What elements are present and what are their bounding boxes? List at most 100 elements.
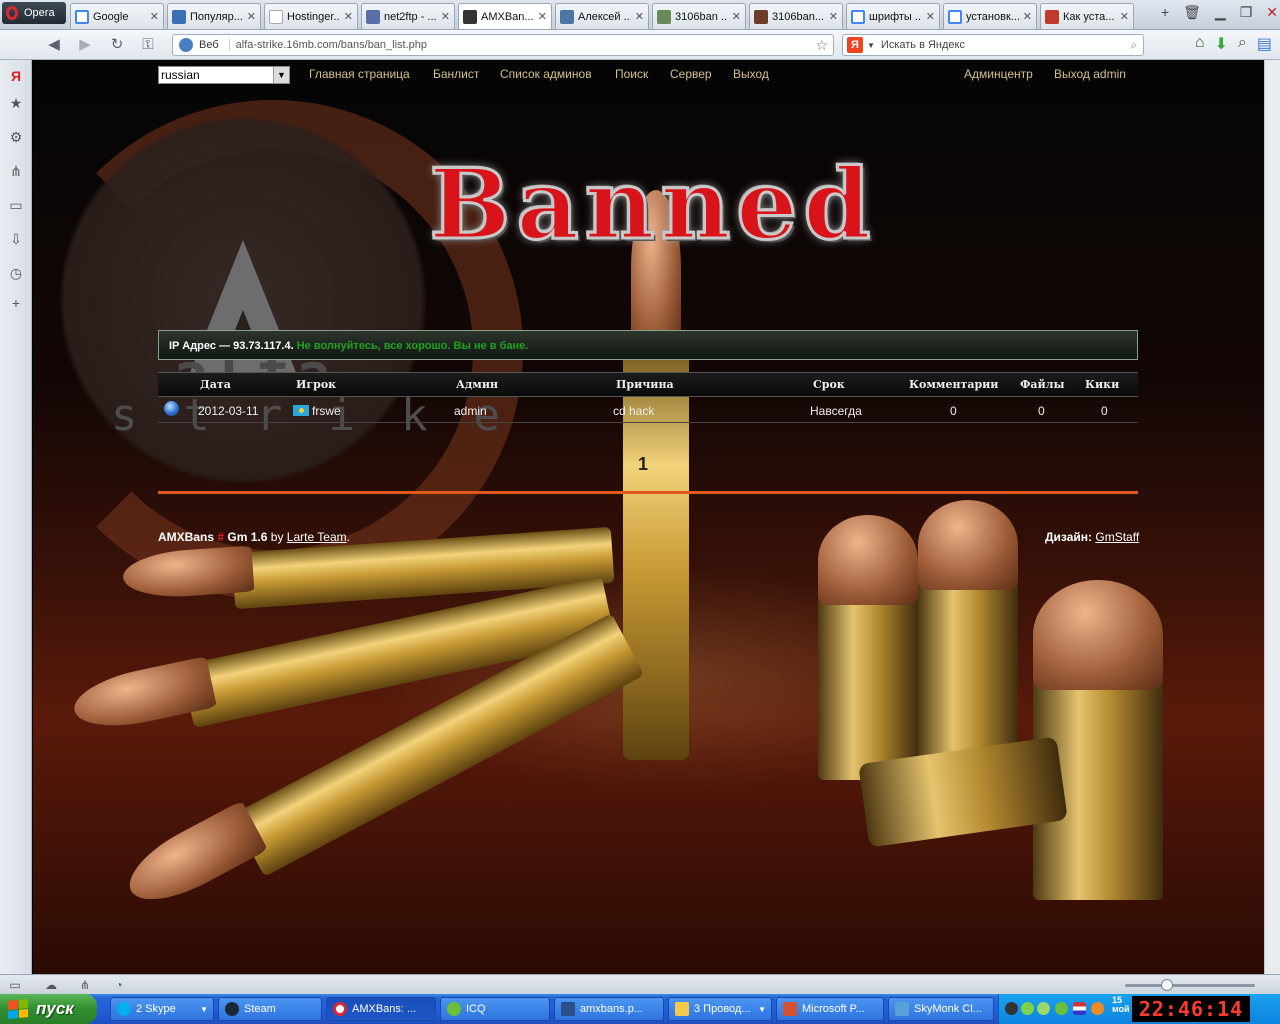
- steam-icon: [225, 1002, 239, 1016]
- close-tab-icon[interactable]: ✕: [926, 10, 935, 23]
- opera-logo-icon: [6, 6, 18, 20]
- back-icon[interactable]: ◀: [44, 35, 64, 55]
- footer-team-link[interactable]: Larte Team: [287, 530, 347, 544]
- browser-tab[interactable]: 3106ban ... ✕: [652, 3, 746, 29]
- trash-icon[interactable]: 🗑: [1183, 4, 1201, 21]
- pagination-current-page[interactable]: 1: [638, 454, 648, 475]
- close-tab-icon[interactable]: ✕: [635, 10, 644, 23]
- page-icon[interactable]: ▤: [1257, 34, 1272, 54]
- start-button[interactable]: пуск: [0, 994, 97, 1024]
- pistol-round-1-head: [818, 515, 918, 605]
- search-engine-dropdown-icon[interactable]: ▼: [867, 41, 875, 50]
- browser-tab[interactable]: Hostinger... ✕: [264, 3, 358, 29]
- table-row[interactable]: 2012-03-11 frswe admin cd hack Навсегда …: [158, 397, 1138, 423]
- close-tab-icon[interactable]: ✕: [441, 10, 450, 23]
- nav-logout-link[interactable]: Выход: [733, 67, 769, 81]
- panel-toggle-icon[interactable]: ▭: [8, 978, 22, 992]
- zoom-slider-handle[interactable]: [1161, 979, 1173, 991]
- group-arrow-icon: ▼: [758, 1004, 766, 1014]
- page-scrollbar[interactable]: [1264, 60, 1280, 974]
- home-icon[interactable]: ⌂: [1195, 34, 1205, 54]
- taskbar-item-label: ICQ: [466, 1003, 486, 1015]
- language-select[interactable]: russian ▼: [158, 66, 290, 84]
- address-url[interactable]: alfa-strike.16mb.com/bans/ban_list.php: [236, 39, 427, 51]
- downloads-panel-icon[interactable]: ⇩: [8, 231, 24, 247]
- unite-icon[interactable]: ⋔: [78, 978, 92, 992]
- restore-icon[interactable]: ❐: [1240, 4, 1253, 21]
- nav-admin-logout-link[interactable]: Выход admin: [1054, 67, 1126, 81]
- browser-tab[interactable]: Google ✕: [70, 3, 164, 29]
- tray-clock[interactable]: 22:46:14: [1132, 996, 1250, 1022]
- footer-product: AMXBans: [158, 530, 215, 544]
- taskbar-item[interactable]: SkyMonk Cl...: [888, 997, 994, 1021]
- taskbar-item[interactable]: Steam: [218, 997, 322, 1021]
- browser-tab[interactable]: шрифты ... ✕: [846, 3, 940, 29]
- cloud-icon[interactable]: ☁: [44, 978, 58, 992]
- history-clock-icon[interactable]: ◷: [8, 265, 24, 281]
- gear-icon[interactable]: ⚙: [8, 129, 24, 145]
- taskbar-item[interactable]: 2 Skype ▼: [110, 997, 214, 1021]
- tray-check-icon[interactable]: [1021, 1002, 1034, 1015]
- browser-tab[interactable]: установк... ✕: [943, 3, 1037, 29]
- share-icon[interactable]: ⋔: [8, 163, 24, 179]
- footer-design-link[interactable]: GmStaff: [1095, 530, 1139, 544]
- nav-search-link[interactable]: Поиск: [615, 67, 648, 81]
- reload-icon[interactable]: ↻: [107, 35, 127, 55]
- close-tab-icon[interactable]: ✕: [344, 10, 353, 23]
- taskbar-item[interactable]: Microsoft P...: [776, 997, 884, 1021]
- taskbar-item[interactable]: amxbans.p...: [554, 997, 664, 1021]
- close-tab-icon[interactable]: ✕: [150, 10, 159, 23]
- steam-tray-icon[interactable]: [1005, 1002, 1018, 1015]
- browser-tab[interactable]: Алексей ... ✕: [555, 3, 649, 29]
- tab-label: Популяр...: [190, 10, 243, 23]
- nav-admin-center-link[interactable]: Админцентр: [964, 67, 1033, 81]
- tab-label: установк...: [966, 10, 1019, 23]
- bookmark-star-icon[interactable]: ☆: [815, 37, 828, 54]
- nav-home-link[interactable]: Главная страница: [309, 67, 410, 81]
- close-tab-icon[interactable]: ✕: [538, 10, 547, 23]
- address-toolbar: ◀ ▶ ↻ ⚿ Веб alfa-strike.16mb.com/bans/ba…: [0, 30, 1280, 60]
- language-flag-icon[interactable]: [1073, 1002, 1086, 1015]
- bookmarks-star-icon[interactable]: ★: [8, 95, 24, 111]
- taskbar-item[interactable]: 3 Провод... ▼: [668, 997, 772, 1021]
- add-panel-icon[interactable]: +: [8, 295, 24, 311]
- address-field[interactable]: Веб alfa-strike.16mb.com/bans/ban_list.p…: [172, 34, 834, 56]
- zoom-icon[interactable]: ⌕: [1238, 34, 1247, 54]
- yandex-panel-icon[interactable]: Я: [8, 68, 24, 84]
- toolbar-extras: ⌂ ⬇ ⌕ ▤: [1195, 34, 1272, 54]
- nav-banlist-link[interactable]: Банлист: [433, 67, 479, 81]
- col-term: Срок: [813, 378, 845, 391]
- close-tab-icon[interactable]: ✕: [1120, 10, 1129, 23]
- close-tab-icon[interactable]: ✕: [1023, 10, 1032, 23]
- key-icon[interactable]: ⚿: [138, 35, 158, 55]
- close-tab-icon[interactable]: ✕: [829, 10, 838, 23]
- search-field[interactable]: Я ▼ Искать в Яндекс ⌕: [842, 34, 1144, 56]
- close-tab-icon[interactable]: ✕: [247, 10, 256, 23]
- clover-tray-icon[interactable]: [1055, 1002, 1068, 1015]
- taskbar-item[interactable]: ICQ: [440, 997, 550, 1021]
- nav-server-link[interactable]: Сервер: [670, 67, 712, 81]
- browser-tab[interactable]: Популяр... ✕: [167, 3, 261, 29]
- browser-tab[interactable]: net2ftp - ... ✕: [361, 3, 455, 29]
- google-icon: [75, 9, 89, 24]
- notes-icon[interactable]: ▭: [8, 197, 24, 213]
- taskbar-item-active[interactable]: AMXBans: ...: [326, 997, 436, 1021]
- close-window-icon[interactable]: ✕: [1266, 4, 1278, 21]
- icq-tray-icon[interactable]: [1037, 1002, 1050, 1015]
- country-flag-icon: [293, 405, 309, 416]
- new-tab-icon[interactable]: +: [1161, 4, 1169, 21]
- browser-tab[interactable]: Как уста... ✕: [1040, 3, 1134, 29]
- zoom-slider[interactable]: [1125, 979, 1255, 991]
- browser-tab-active[interactable]: AMXBan... ✕: [458, 3, 552, 29]
- update-tray-icon[interactable]: [1091, 1002, 1104, 1015]
- forward-icon[interactable]: ▶: [75, 35, 95, 55]
- browser-tab[interactable]: 3106ban.... ✕: [749, 3, 843, 29]
- turbo-icon[interactable]: ◔: [112, 978, 126, 992]
- browser-status-bar: ▭ ☁ ⋔ ◔: [0, 974, 1280, 994]
- nav-admins-link[interactable]: Список админов: [500, 67, 592, 81]
- close-tab-icon[interactable]: ✕: [732, 10, 741, 23]
- download-icon[interactable]: ⬇: [1215, 34, 1228, 54]
- opera-menu-button[interactable]: Opera: [2, 2, 66, 24]
- minimize-icon[interactable]: ▁: [1215, 4, 1226, 21]
- search-icon[interactable]: ⌕: [1130, 38, 1137, 53]
